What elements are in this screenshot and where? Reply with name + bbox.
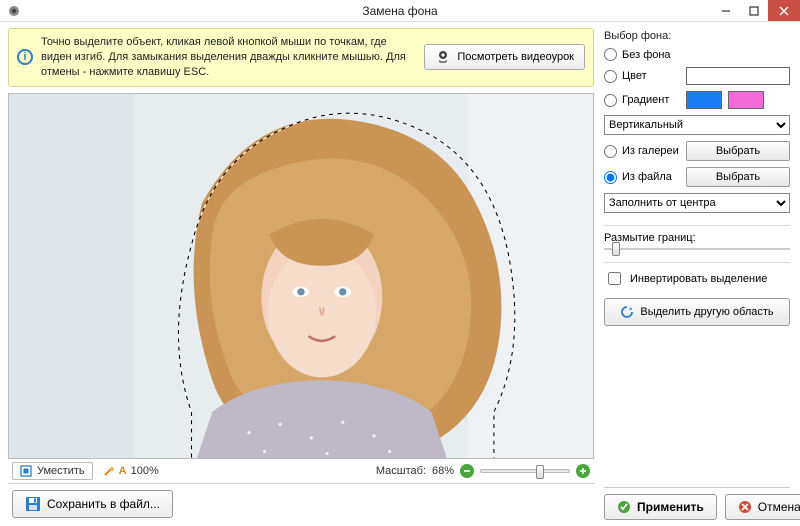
canvas-toolbar: Уместить A 100% Масштаб: 68% (8, 459, 594, 483)
option-from-file[interactable]: Из файла Выбрать (604, 167, 790, 187)
opt-file-label: Из файла (622, 171, 672, 183)
zoom-in-button[interactable] (576, 464, 590, 478)
zoom-controls: Масштаб: 68% (376, 464, 590, 478)
separator (604, 225, 790, 226)
invert-selection-checkbox[interactable]: Инвертировать выделение (604, 269, 790, 288)
window-controls (712, 0, 800, 21)
cancel-button[interactable]: Отмена (725, 494, 800, 520)
option-color[interactable]: Цвет (604, 67, 790, 85)
option-no-background[interactable]: Без фона (604, 48, 790, 61)
blur-slider[interactable] (604, 248, 790, 250)
tip-text: Точно выделите объект, кликая левой кноп… (41, 35, 416, 80)
opt-nobg-label: Без фона (622, 49, 671, 61)
zoom-value: 68% (432, 465, 454, 477)
fit-icon (20, 465, 32, 477)
gradient-type-select[interactable]: Вертикальный (604, 115, 790, 135)
blur-label: Размытие границ: (604, 232, 790, 244)
save-to-file-button[interactable]: Сохранить в файл... (12, 490, 173, 518)
wand-icon (103, 465, 115, 477)
zoom-slider[interactable] (480, 469, 570, 473)
close-button[interactable] (768, 0, 800, 21)
auto-zoom-indicator: A 100% (103, 465, 159, 477)
watch-video-label: Посмотреть видеоурок (457, 51, 574, 63)
titlebar: Замена фона (0, 0, 800, 22)
app-icon (6, 3, 22, 19)
fill-mode-select[interactable]: Заполнить от центра (604, 193, 790, 213)
opt-gradient-label: Градиент (622, 94, 669, 106)
save-label: Сохранить в файл... (47, 497, 160, 511)
file-choose-button[interactable]: Выбрать (686, 167, 790, 187)
left-panel: i Точно выделите объект, кликая левой кн… (0, 22, 600, 526)
maximize-button[interactable] (740, 0, 768, 21)
reselect-area-button[interactable]: Выделить другую область (604, 298, 790, 326)
auto-value: 100% (131, 465, 159, 477)
cancel-icon (738, 500, 752, 514)
fit-button[interactable]: Уместить (12, 462, 93, 480)
option-gradient[interactable]: Градиент (604, 91, 790, 109)
info-icon: i (17, 49, 33, 65)
auto-prefix: A (119, 465, 127, 477)
check-icon (617, 500, 631, 514)
cancel-label: Отмена (758, 500, 800, 514)
image-canvas[interactable] (8, 93, 594, 459)
minimize-button[interactable] (712, 0, 740, 21)
gradient-color-b[interactable] (728, 91, 764, 109)
floppy-icon (25, 496, 41, 512)
zoom-label: Масштаб: (376, 465, 426, 477)
zoom-out-button[interactable] (460, 464, 474, 478)
bg-section-title: Выбор фона: (604, 30, 790, 42)
bottom-bar: Сохранить в файл... (8, 483, 594, 520)
opt-gallery-label: Из галереи (622, 145, 679, 157)
apply-button[interactable]: Применить (604, 494, 717, 520)
gradient-color-a[interactable] (686, 91, 722, 109)
watch-video-button[interactable]: Посмотреть видеоурок (424, 44, 585, 70)
option-from-gallery[interactable]: Из галереи Выбрать (604, 141, 790, 161)
color-swatch[interactable] (686, 67, 790, 85)
window-title: Замена фона (0, 4, 800, 18)
tip-bar: i Точно выделите объект, кликая левой кн… (8, 28, 594, 87)
refresh-icon (620, 305, 634, 319)
apply-label: Применить (637, 500, 704, 514)
webcam-icon (435, 50, 451, 64)
separator (604, 262, 790, 263)
opt-color-label: Цвет (622, 70, 647, 82)
fit-label: Уместить (37, 465, 85, 477)
right-panel: Выбор фона: Без фона Цвет Градиент Верти… (600, 22, 800, 526)
gallery-choose-button[interactable]: Выбрать (686, 141, 790, 161)
reselect-label: Выделить другую область (640, 306, 773, 318)
invert-label: Инвертировать выделение (630, 273, 767, 285)
